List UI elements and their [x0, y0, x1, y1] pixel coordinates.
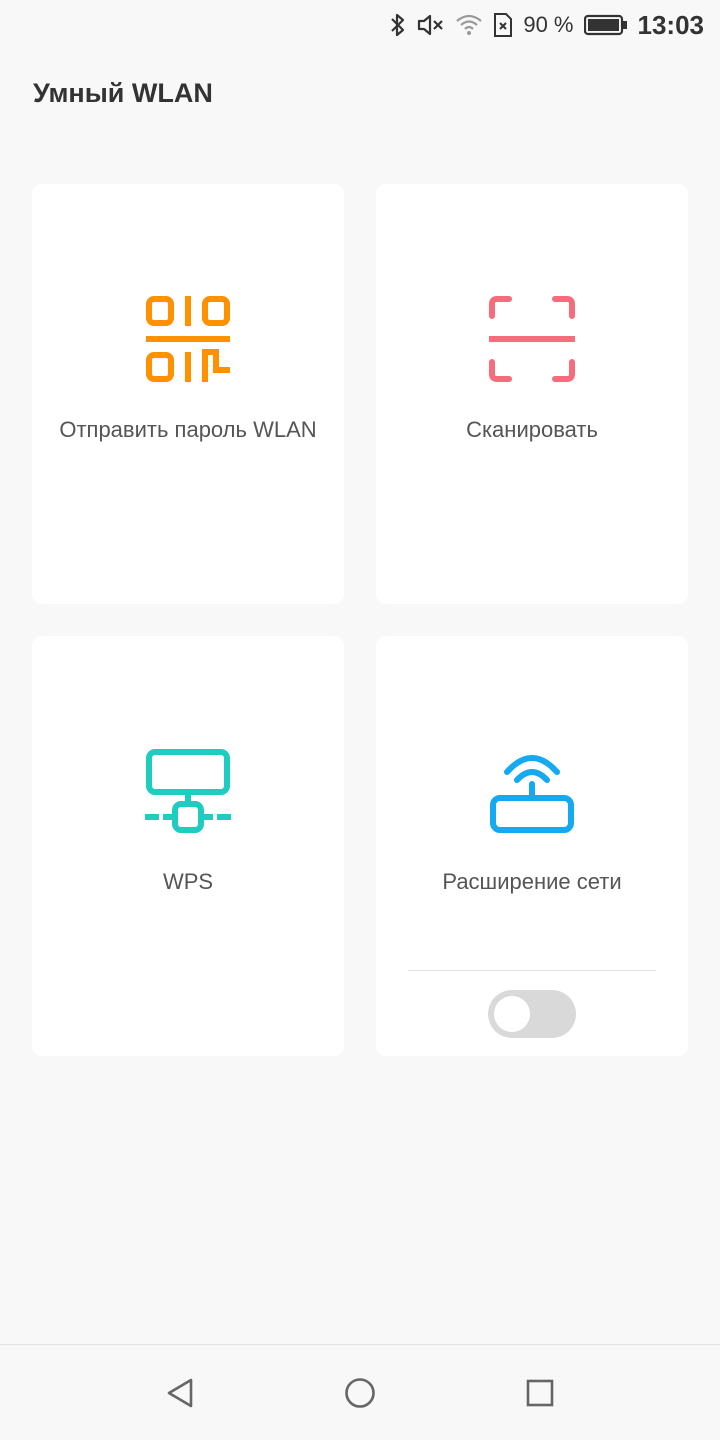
back-button[interactable]: [162, 1375, 198, 1411]
page-title: Умный WLAN: [33, 78, 213, 108]
network-extension-card[interactable]: Расширение сети: [376, 636, 688, 1056]
navigation-bar: [0, 1344, 720, 1440]
status-bar: 90 % 13:03: [0, 0, 720, 50]
network-extension-toggle[interactable]: [488, 990, 576, 1038]
router-icon: [376, 748, 688, 834]
mute-icon: [417, 12, 445, 38]
send-wlan-password-card[interactable]: Отправить пароль WLAN: [32, 184, 344, 604]
scan-frame-icon: [376, 296, 688, 382]
wps-label: WPS: [162, 869, 214, 894]
home-icon: [345, 1378, 375, 1408]
battery-icon: [583, 13, 628, 37]
scan-label: Сканировать: [466, 417, 598, 442]
qr-code-icon: [32, 296, 344, 382]
home-button[interactable]: [342, 1375, 378, 1411]
send-wlan-password-label: Отправить пароль WLAN: [59, 417, 317, 442]
divider: [408, 970, 656, 971]
recent-apps-button[interactable]: [522, 1375, 558, 1411]
bluetooth-icon: [389, 12, 407, 38]
no-sim-icon: [493, 12, 513, 38]
clock: 13:03: [637, 9, 705, 40]
recent-apps-icon: [526, 1379, 554, 1407]
toggle-knob: [494, 996, 530, 1032]
wps-card[interactable]: WPS: [32, 636, 344, 1056]
network-extension-label: Расширение сети: [442, 869, 622, 894]
battery-percent: 90 %: [523, 12, 574, 37]
wps-network-icon: [32, 748, 344, 834]
wifi-icon: [455, 13, 483, 37]
back-icon: [167, 1378, 193, 1408]
screen: 90 % 13:03 Умный WLAN Отправить пароль W: [0, 0, 720, 1440]
scan-card[interactable]: Сканировать: [376, 184, 688, 604]
